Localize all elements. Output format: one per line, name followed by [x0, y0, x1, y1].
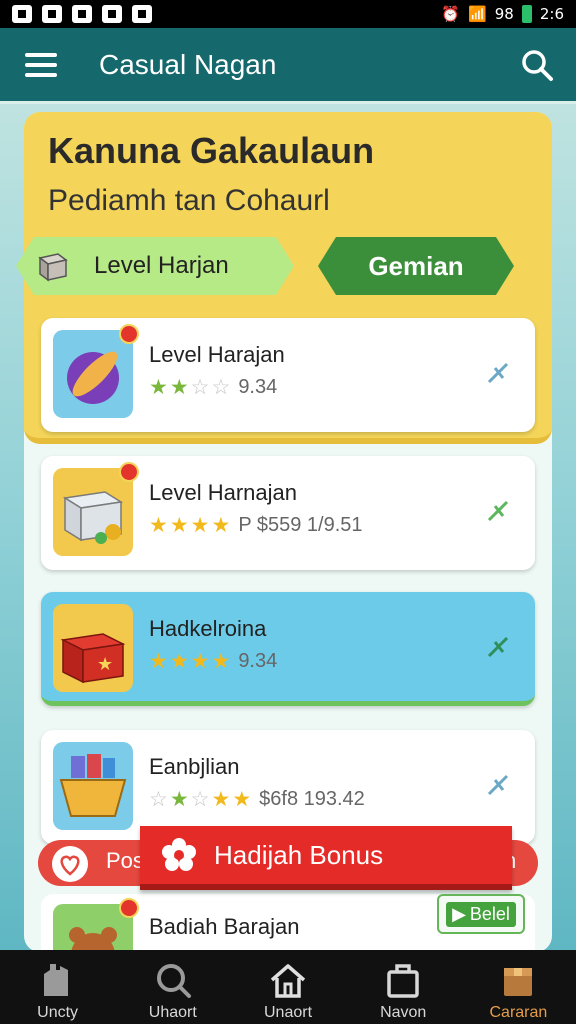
menu-icon[interactable]: [25, 52, 57, 77]
gemian-button-label: Gemian: [368, 250, 464, 281]
star-icon: ★: [169, 788, 189, 811]
heart-icon: [52, 846, 88, 882]
castle-icon: [43, 964, 68, 996]
gemian-button[interactable]: Gemian: [318, 237, 514, 295]
nav-item-cararan[interactable]: Cararan: [461, 950, 576, 1024]
bottom-navigation: Uncty Uhaort Unaort Navon Cararan: [0, 950, 576, 1024]
box-icon: [38, 253, 68, 282]
battery-icon: [521, 5, 532, 23]
star-rating: ★ ★ ★ ★ P $559 1/9.51: [149, 514, 363, 537]
rocket-icon: [67, 351, 119, 404]
status-time-left: 98: [494, 5, 514, 23]
star-rating: ★ ★ ★ ★ 9.34: [149, 650, 277, 673]
star-icon: ☆: [149, 788, 168, 811]
gift-icon: ★: [60, 633, 126, 684]
star-icon: ★: [149, 514, 168, 537]
star-icon: ★: [190, 650, 210, 673]
star-icon: ★: [149, 650, 168, 673]
banner-left-text: Pos: [106, 848, 144, 873]
star-icon: ★: [190, 514, 210, 537]
item-thumbnail: [53, 324, 139, 418]
alarm-icon: ⏰: [441, 5, 461, 23]
nav-label: Unaort: [263, 1004, 313, 1021]
star-icon: ★: [149, 376, 168, 399]
basket-icon: [59, 754, 127, 817]
star-icon: ★: [169, 514, 189, 537]
app-title: Casual Nagan: [99, 48, 277, 80]
star-icon: ★: [169, 376, 189, 399]
notification-badge: [119, 898, 139, 918]
search-icon: [156, 964, 191, 998]
rating-value: $6f8 193.42: [259, 788, 365, 810]
notification-icon: [102, 5, 122, 23]
select-button-label: Belel: [469, 903, 510, 924]
star-icon: ★: [211, 514, 231, 537]
status-bar: ⏰ 📶 98 2:6: [0, 0, 576, 28]
list-item-title: Level Harnajan: [149, 480, 297, 505]
hero-title: Kanuna Gakaulaun: [48, 130, 375, 171]
search-icon[interactable]: [520, 48, 554, 82]
level-pill-label: Level Harjan: [94, 252, 229, 279]
item-thumbnail: [53, 898, 139, 950]
cart-box-icon: [504, 968, 533, 996]
bonus-button[interactable]: Hadijah Bonus: [140, 826, 512, 890]
star-icon: ★: [169, 650, 189, 673]
notification-icon: [12, 5, 32, 23]
star-rating: ☆ ★ ☆ ★ ★ $6f8 193.42: [149, 788, 365, 811]
star-rating: ★ ★ ☆ ☆ 9.34: [149, 376, 277, 399]
list-item-title: Eanbjlian: [149, 754, 240, 779]
gift-box-icon: [62, 491, 124, 544]
select-button[interactable]: ▶ Belel: [437, 894, 525, 934]
list-item-selected[interactable]: ★ Hadkelroina ★ ★ ★ ★ 9.34: [41, 592, 535, 706]
item-thumbnail: [53, 742, 133, 830]
star-icon: ☆: [190, 376, 210, 399]
bonus-label: Hadijah Bonus: [214, 839, 384, 870]
list-item-title: Hadkelroina: [149, 616, 267, 641]
nav-label: Navon: [380, 1004, 427, 1021]
gear-icon: [162, 838, 196, 871]
home-icon: [270, 964, 306, 998]
hero-subtitle: Pediamh tan Cohaurl: [48, 184, 330, 217]
nav-item-uncty[interactable]: Uncty: [0, 950, 115, 1024]
nav-label: Uncty: [37, 1004, 79, 1021]
nav-item-home[interactable]: Unaort: [230, 950, 345, 1024]
star-icon: ☆: [190, 788, 210, 811]
play-icon: ▶: [452, 903, 466, 924]
rating-value: 9.34: [238, 650, 278, 672]
star-icon: ★: [232, 788, 252, 811]
notification-icon: [132, 5, 152, 23]
nav-item-search[interactable]: Uhaort: [115, 950, 230, 1024]
edit-icon[interactable]: [485, 634, 511, 660]
edit-icon[interactable]: [485, 498, 511, 524]
star-icon: ★: [211, 650, 231, 673]
edit-icon[interactable]: [485, 360, 511, 386]
notification-badge: [119, 324, 139, 344]
edit-icon[interactable]: [485, 772, 511, 798]
rating-value: 9.34: [238, 376, 278, 398]
star-icon: ☆: [211, 376, 231, 399]
list-item[interactable]: Level Harajan ★ ★ ☆ ☆ 9.34: [41, 318, 535, 432]
briefcase-icon: [387, 964, 419, 998]
notification-icon: [72, 5, 92, 23]
nav-item-navon[interactable]: Navon: [346, 950, 461, 1024]
list-item-title: Level Harajan: [149, 342, 285, 367]
notification-icon: [42, 5, 62, 23]
main-content: Kanuna Gakaulaun Pediamh tan Cohaurl Lev…: [0, 104, 576, 950]
item-thumbnail: ★: [53, 604, 133, 692]
nav-label: Cararan: [489, 1004, 548, 1021]
notification-badge: [119, 462, 139, 482]
status-time-right: 2:6: [539, 5, 564, 23]
list-item-title: Badiah Barajan: [149, 914, 300, 939]
item-thumbnail: [53, 462, 139, 556]
nav-label: Uhaort: [148, 1004, 197, 1021]
list-item[interactable]: Level Harnajan ★ ★ ★ ★ P $559 1/9.51: [41, 456, 535, 570]
rating-value: P $559 1/9.51: [238, 514, 363, 536]
app-bar: Casual Nagan: [0, 28, 576, 104]
svg-text:★: ★: [97, 654, 113, 675]
wifi-icon: 📶: [468, 5, 487, 23]
star-icon: ★: [211, 788, 231, 811]
